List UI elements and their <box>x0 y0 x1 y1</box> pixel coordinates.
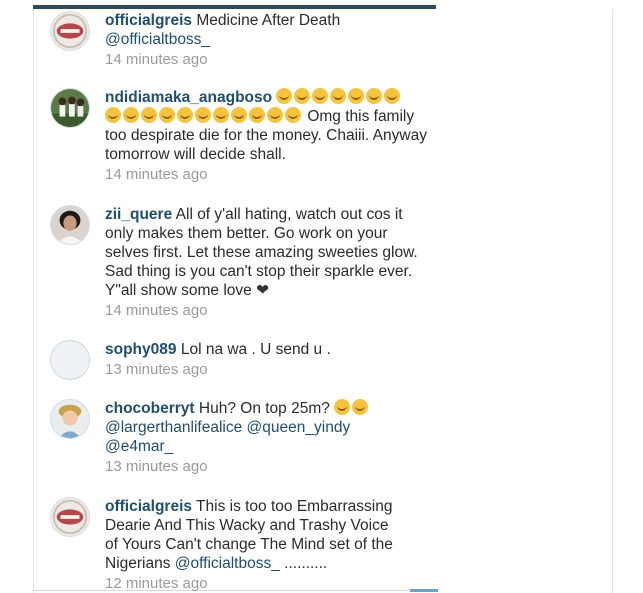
comment-username[interactable]: ndidiamaka_anagboso <box>105 89 272 106</box>
portrait-avatar[interactable] <box>50 205 90 245</box>
emoji-row <box>334 399 370 417</box>
frame-border-left <box>33 9 34 593</box>
laughing-emoji-icon <box>285 107 301 123</box>
comment-text: Lol na wa . U send u . <box>180 341 331 358</box>
mention-link[interactable]: @queen_yindy <box>247 419 351 436</box>
frame-border-right <box>612 9 613 593</box>
laughing-emoji-icon <box>267 107 283 123</box>
mention-link[interactable]: @largerthanlifealice <box>105 419 242 436</box>
comment-username[interactable]: officialgreis <box>105 12 192 29</box>
laughing-emoji-icon <box>334 399 351 415</box>
comment-timestamp: 12 minutes ago <box>105 575 208 592</box>
comment-trail: .......... <box>279 555 328 572</box>
laughing-emoji-icon <box>195 107 211 123</box>
laughing-emoji-icon <box>213 107 229 123</box>
mention-link[interactable]: @e4mar_ <box>105 438 173 455</box>
comment-timestamp: 13 minutes ago <box>105 458 208 475</box>
laughing-emoji-icon <box>312 88 329 104</box>
laughing-emoji-icon <box>123 107 139 123</box>
comment-timestamp: 13 minutes ago <box>105 361 208 378</box>
comment-timestamp: 14 minutes ago <box>105 302 208 319</box>
comment-timestamp: 14 minutes ago <box>105 51 208 68</box>
laughing-emoji-icon <box>141 107 157 123</box>
laughing-emoji-icon <box>276 88 293 104</box>
emoji-row <box>105 107 303 125</box>
default-avatar[interactable] <box>50 340 90 380</box>
laughing-emoji-icon <box>384 88 401 104</box>
laughing-emoji-icon <box>330 88 347 104</box>
comment-username[interactable]: sophy089 <box>105 341 177 358</box>
mention-link[interactable]: @officialtboss_ <box>105 31 210 48</box>
laughing-emoji-icon <box>352 399 369 415</box>
laughing-emoji-icon <box>159 107 175 123</box>
heart-icon: ❤ <box>256 282 270 299</box>
lips-avatar[interactable] <box>50 497 90 537</box>
top-bar <box>33 5 436 9</box>
comment-username[interactable]: chocoberryt <box>105 400 195 417</box>
comment-username[interactable]: officialgreis <box>105 498 192 515</box>
child-avatar[interactable] <box>50 399 90 439</box>
laughing-emoji-icon <box>249 107 265 123</box>
laughing-emoji-icon <box>177 107 193 123</box>
comment-timestamp: 14 minutes ago <box>105 166 208 183</box>
group-photo-avatar[interactable] <box>50 88 90 128</box>
comment-text: Medicine After Death <box>196 12 341 29</box>
laughing-emoji-icon <box>366 88 383 104</box>
comment-username[interactable]: zii_quere <box>105 206 172 223</box>
comment-text: Huh? On top 25m? <box>198 400 330 417</box>
lips-avatar[interactable] <box>50 11 90 51</box>
laughing-emoji-icon <box>348 88 365 104</box>
laughing-emoji-icon <box>294 88 311 104</box>
bottom-accent <box>410 589 438 592</box>
laughing-emoji-icon <box>231 107 247 123</box>
laughing-emoji-icon <box>105 107 121 123</box>
mention-link[interactable]: @officialtboss_ <box>175 555 280 572</box>
emoji-row <box>276 88 402 106</box>
